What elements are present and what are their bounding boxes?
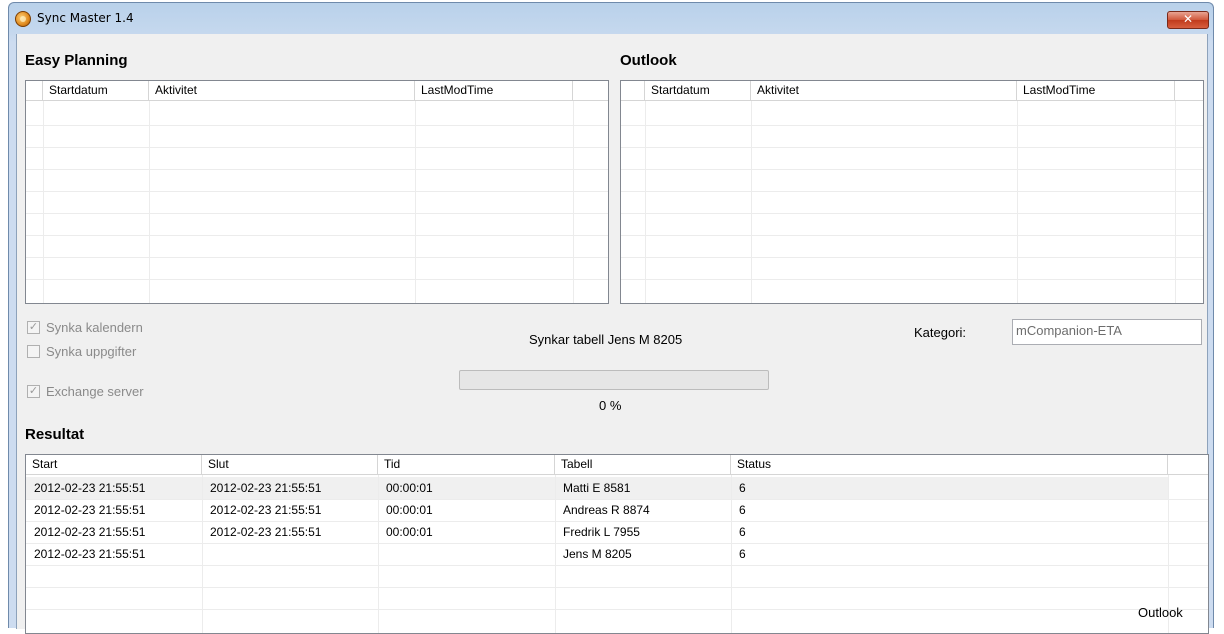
close-button[interactable]: ✕ <box>1167 11 1209 29</box>
grid-line <box>26 565 1208 566</box>
grid-line <box>621 235 1203 236</box>
grid-line <box>621 191 1203 192</box>
column-aktivitet[interactable]: Aktivitet <box>149 81 415 101</box>
cell-slut: 2012-02-23 21:55:51 <box>210 503 322 517</box>
column-filler <box>573 81 603 101</box>
column-lastmodtime[interactable]: LastModTime <box>1017 81 1175 101</box>
grid-line <box>26 191 608 192</box>
column-lastmodtime[interactable]: LastModTime <box>415 81 573 101</box>
grid-line <box>621 279 1203 280</box>
cell-slut <box>202 544 210 564</box>
grid-line <box>1175 101 1176 303</box>
cell-tid <box>378 544 386 564</box>
resultat-header: Start Slut Tid Tabell Status <box>26 455 1208 475</box>
cell-start: 2012-02-23 21:55:51 <box>34 481 146 495</box>
exchange-server-label: Exchange server <box>46 384 144 399</box>
cell-status: 6 <box>739 481 746 495</box>
column-start[interactable]: Start <box>26 455 202 475</box>
grid-line <box>26 235 608 236</box>
column-slut[interactable]: Slut <box>202 455 378 475</box>
progress-bar <box>459 370 769 390</box>
cell-status: 6 <box>739 503 746 517</box>
row-header-column <box>621 81 645 101</box>
grid-line <box>621 257 1203 258</box>
kategori-input[interactable]: mCompanion-ETA <box>1012 319 1202 345</box>
grid-line <box>43 101 44 303</box>
progress-percent: 0 % <box>599 398 622 413</box>
grid-line <box>621 125 1203 126</box>
title-bar[interactable]: Sync Master 1.4 ✕ <box>9 3 1213 33</box>
cell-start: 2012-02-23 21:55:51 <box>34 547 146 561</box>
window-title: Sync Master 1.4 <box>37 11 134 25</box>
column-filler <box>1175 81 1203 101</box>
cell-slut: 2012-02-23 21:55:51 <box>210 525 322 539</box>
grid-line <box>26 125 608 126</box>
checkbox-empty-icon <box>27 345 40 358</box>
close-icon: ✕ <box>1182 12 1194 26</box>
app-icon <box>15 11 31 27</box>
grid-line <box>415 101 416 303</box>
grid-line <box>645 101 646 303</box>
grid-line <box>26 257 608 258</box>
column-status[interactable]: Status <box>731 455 1168 475</box>
client-area: Easy Planning Startdatum Aktivitet LastM… <box>16 34 1209 634</box>
cell-tid: 00:00:01 <box>386 525 433 539</box>
synka-kalendern-checkbox[interactable]: ✓ Synka kalendern <box>27 320 143 335</box>
synka-kalendern-label: Synka kalendern <box>46 320 143 335</box>
grid-line <box>573 101 574 303</box>
row-header-column <box>26 81 43 101</box>
cell-start: 2012-02-23 21:55:51 <box>34 503 146 517</box>
cell-slut: 2012-02-23 21:55:51 <box>210 481 322 495</box>
column-filler <box>1168 455 1208 475</box>
grid-line <box>26 213 608 214</box>
grid-line <box>621 147 1203 148</box>
column-startdatum[interactable]: Startdatum <box>43 81 149 101</box>
cell-tabell: Andreas R 8874 <box>563 503 650 517</box>
grid-line <box>751 101 752 303</box>
column-startdatum[interactable]: Startdatum <box>645 81 751 101</box>
grid-line <box>26 147 608 148</box>
cell-tid: 00:00:01 <box>386 481 433 495</box>
cell-start: 2012-02-23 21:55:51 <box>34 525 146 539</box>
grid-line <box>621 169 1203 170</box>
grid-line <box>149 101 150 303</box>
kategori-label: Kategori: <box>914 325 967 340</box>
easy-planning-list[interactable]: Startdatum Aktivitet LastModTime <box>25 80 609 304</box>
synka-uppgifter-checkbox[interactable]: Synka uppgifter <box>27 344 136 359</box>
checkmark-icon: ✓ <box>27 385 40 398</box>
outlook-header: Startdatum Aktivitet LastModTime <box>621 81 1203 101</box>
grid-line <box>621 213 1203 214</box>
resultat-list[interactable]: Start Slut Tid Tabell Status 2012-02-23 … <box>25 454 1209 634</box>
exchange-server-checkbox[interactable]: ✓ Exchange server <box>27 384 144 399</box>
grid-line <box>26 587 1208 588</box>
checkmark-icon: ✓ <box>27 321 40 334</box>
column-aktivitet[interactable]: Aktivitet <box>751 81 1017 101</box>
outlook-list[interactable]: Startdatum Aktivitet LastModTime <box>620 80 1204 304</box>
grid-line <box>1017 101 1018 303</box>
column-tabell[interactable]: Tabell <box>555 455 731 475</box>
synka-uppgifter-label: Synka uppgifter <box>46 344 137 359</box>
cell-tabell: Jens M 8205 <box>563 547 632 561</box>
app-window: Sync Master 1.4 ✕ Easy Planning Startdat… <box>8 2 1214 634</box>
cell-tabell: Fredrik L 7955 <box>563 525 640 539</box>
cell-tabell: Matti E 8581 <box>563 481 631 495</box>
footer-status-text: Outlook <box>1138 605 1183 620</box>
resultat-title: Resultat <box>25 426 85 443</box>
grid-line <box>26 169 608 170</box>
grid-line <box>26 279 608 280</box>
cell-status: 6 <box>739 525 746 539</box>
cell-status: 6 <box>739 547 746 561</box>
easy-planning-header: Startdatum Aktivitet LastModTime <box>26 81 608 101</box>
outlook-title: Outlook <box>620 52 677 69</box>
easy-planning-title: Easy Planning <box>25 52 128 69</box>
sync-status-text: Synkar tabell Jens M 8205 <box>529 332 683 347</box>
column-tid[interactable]: Tid <box>378 455 555 475</box>
cell-tid: 00:00:01 <box>386 503 433 517</box>
grid-line <box>26 609 1208 610</box>
